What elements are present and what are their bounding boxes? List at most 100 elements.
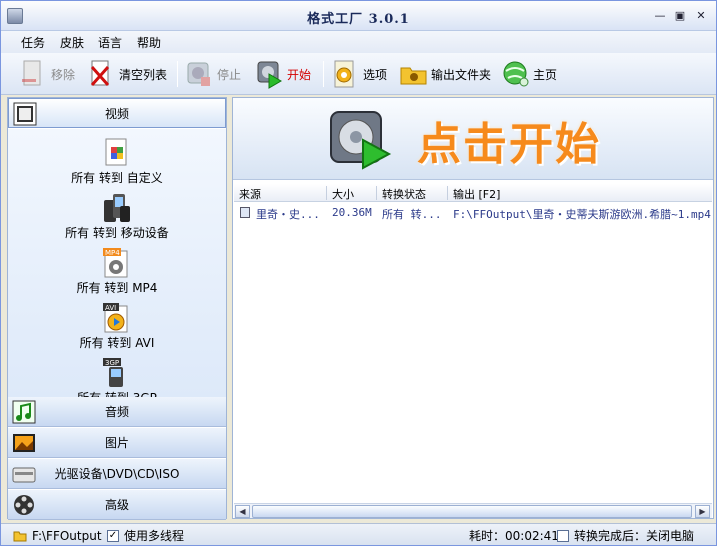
avi-file-icon: AVI <box>102 302 132 334</box>
folder-icon <box>399 59 427 89</box>
cell-status: 所有 转... <box>382 208 442 221</box>
gear-icon <box>331 59 359 89</box>
category-advanced-label: 高级 <box>104 498 129 512</box>
format-avi[interactable]: AVI 所有 转到 AVI <box>8 298 226 353</box>
scroll-thumb[interactable] <box>252 505 692 518</box>
picture-icon <box>12 431 36 455</box>
mobile-device-icon <box>102 192 132 224</box>
clear-list-icon <box>87 59 115 89</box>
category-advanced[interactable]: 高级 <box>8 490 226 520</box>
start-banner[interactable]: 点击开始 <box>233 98 713 180</box>
remove-icon <box>19 59 47 89</box>
stop-icon <box>185 59 213 89</box>
multithread-checkbox[interactable]: ✓ <box>107 529 119 542</box>
custom-format-icon <box>102 137 132 169</box>
after-done-checkbox[interactable] <box>557 529 569 542</box>
folder-icon <box>13 531 27 541</box>
3gp-file-icon: 3GP <box>102 357 132 389</box>
menu-skin[interactable]: 皮肤 <box>60 34 84 51</box>
cell-size: 20.36M <box>332 206 372 219</box>
clear-list-label: 清空列表 <box>119 67 168 82</box>
minimize-button[interactable]: — <box>653 9 667 23</box>
elapsed-time: 耗时：00:02:41 <box>469 529 559 543</box>
stop-button[interactable]: 停止 <box>185 57 241 91</box>
category-video-label: 视频 <box>104 106 129 121</box>
category-video[interactable]: 视频 <box>8 98 226 128</box>
video-format-list: 所有 转到 自定义 所有 转到 移动设备 MP4 所有 转到 MP4 AVI 所… <box>8 129 226 397</box>
music-note-icon <box>12 400 36 424</box>
format-mp4[interactable]: MP4 所有 转到 MP4 <box>8 243 226 298</box>
toolbar: 移除 清空列表 停止 开始 选项 输出文件夹 主页 <box>1 53 716 95</box>
film-projector-icon <box>325 106 399 175</box>
globe-icon <box>501 59 529 89</box>
category-audio-label: 音频 <box>104 405 129 419</box>
format-custom-label: 所有 转到 自定义 <box>71 171 163 185</box>
film-icon <box>13 102 37 126</box>
banner-text: 点击开始 <box>417 119 601 170</box>
task-table-header: 来源 大小 转换状态 输出 [F2] <box>234 184 712 202</box>
format-mp4-label: 所有 转到 MP4 <box>76 281 158 295</box>
optical-drive-icon <box>12 462 36 486</box>
mp4-file-icon: MP4 <box>102 247 132 279</box>
menu-task[interactable]: 任务 <box>21 34 45 51</box>
category-rom-device[interactable]: 光驱设备\DVD\CD\ISO <box>8 459 226 489</box>
category-picture[interactable]: 图片 <box>8 428 226 458</box>
col-source[interactable]: 来源 <box>234 186 327 201</box>
status-bar: F:\FFOutput ✓ 使用多线程 耗时：00:02:41 转换完成后：关闭… <box>1 523 716 545</box>
category-audio[interactable]: 音频 <box>8 397 226 427</box>
format-3gp[interactable]: 3GP 所有 转到 3GP <box>8 353 226 397</box>
table-row[interactable]: 里奇・史... 20.36M 所有 转... F:\FFOutput\里奇・史蒂… <box>234 204 712 221</box>
options-label: 选项 <box>363 67 388 82</box>
output-folder-label: 输出文件夹 <box>431 67 492 82</box>
start-button[interactable]: 开始 <box>255 57 311 91</box>
format-custom[interactable]: 所有 转到 自定义 <box>8 133 226 188</box>
options-button[interactable]: 选项 <box>331 57 387 91</box>
window-title: 格式工厂 3.0.1 <box>307 12 410 27</box>
format-3gp-label: 所有 转到 3GP <box>8 389 226 397</box>
task-panel: 点击开始 来源 大小 转换状态 输出 [F2] 里奇・史... 20.36M 所… <box>232 97 714 519</box>
remove-button[interactable]: 移除 <box>19 57 75 91</box>
close-button[interactable]: ✕ <box>694 9 708 23</box>
toolbar-separator <box>323 61 324 87</box>
format-mobile-label: 所有 转到 移动设备 <box>65 226 169 240</box>
start-icon <box>255 59 283 89</box>
menu-language[interactable]: 语言 <box>98 34 122 51</box>
menu-bar: 任务 皮肤 语言 帮助 <box>1 31 716 53</box>
output-path: F:\FFOutput <box>32 528 102 543</box>
start-label: 开始 <box>287 67 312 82</box>
col-size[interactable]: 大小 <box>327 186 377 201</box>
avi-badge: AVI <box>105 304 116 312</box>
mp4-badge: MP4 <box>105 249 120 257</box>
multithread-label: 使用多线程 <box>124 529 185 543</box>
after-done-label: 转换完成后：关闭电脑 <box>574 529 695 543</box>
cell-source: 里奇・史... <box>256 208 320 221</box>
scroll-left-button[interactable]: ◀ <box>235 505 250 518</box>
after-done-option[interactable]: 转换完成后：关闭电脑 <box>557 527 694 544</box>
cell-output: F:\FFOutput\里奇・史蒂夫斯游欧洲.希腊~1.mp4 <box>453 208 711 221</box>
film-reel-icon <box>12 493 36 517</box>
output-folder-button[interactable]: 输出文件夹 <box>399 57 491 91</box>
app-window: 格式工厂 3.0.1 — ▣ ✕ 任务 皮肤 语言 帮助 移除 清空列表 停止 <box>0 0 717 546</box>
clear-list-button[interactable]: 清空列表 <box>87 57 167 91</box>
remove-label: 移除 <box>51 67 76 82</box>
col-status[interactable]: 转换状态 <box>377 186 448 201</box>
scroll-right-button[interactable]: ▶ <box>695 505 710 518</box>
category-picture-label: 图片 <box>104 436 129 450</box>
stop-label: 停止 <box>217 67 242 82</box>
output-path-field[interactable]: F:\FFOutput <box>13 527 102 544</box>
horizontal-scrollbar[interactable]: ◀ ▶ <box>234 503 712 518</box>
category-sidebar: 视频 所有 转到 自定义 所有 转到 移动设备 MP4 所有 转到 MP4 AV… <box>7 97 227 520</box>
format-avi-label: 所有 转到 AVI <box>79 336 155 350</box>
title-bar: 格式工厂 3.0.1 — ▣ ✕ <box>1 1 716 31</box>
toolbar-separator <box>177 61 178 87</box>
home-label: 主页 <box>533 67 558 82</box>
category-rom-device-label: 光驱设备\DVD\CD\ISO <box>54 467 180 481</box>
col-output[interactable]: 输出 [F2] <box>448 186 712 201</box>
format-mobile[interactable]: 所有 转到 移动设备 <box>8 188 226 243</box>
maximize-button[interactable]: ▣ <box>673 9 687 23</box>
video-file-icon <box>240 207 250 218</box>
3gp-badge: 3GP <box>105 359 119 367</box>
menu-help[interactable]: 帮助 <box>137 34 161 51</box>
multithread-option[interactable]: ✓ 使用多线程 <box>107 527 184 544</box>
home-button[interactable]: 主页 <box>501 57 557 91</box>
